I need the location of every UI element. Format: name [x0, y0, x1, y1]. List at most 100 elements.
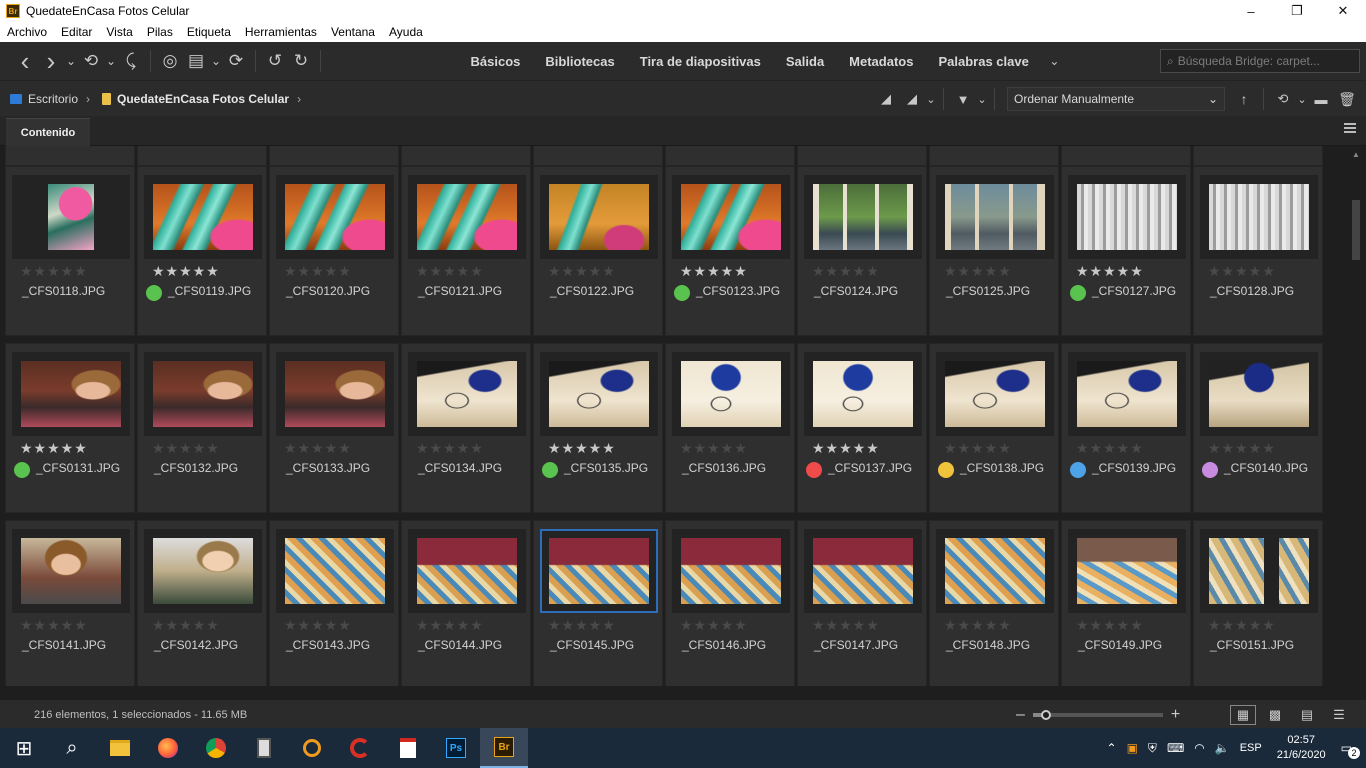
star-rating[interactable]: ★★★★★ [416, 617, 484, 634]
quality-icon[interactable]: ◢ [873, 86, 899, 112]
thumbnail-image[interactable] [417, 184, 517, 250]
star-rating[interactable]: ★★★★★ [548, 617, 616, 634]
thumbnail-image[interactable] [681, 538, 781, 604]
workspace-palabras-clave[interactable]: Palabras clave [926, 54, 1041, 69]
thumbnail-frame[interactable] [1068, 529, 1186, 613]
star-rating[interactable]: ★★★★★ [416, 263, 484, 280]
thumbnail-cell[interactable]: ★★★★★ _CFS0147.JPG [797, 520, 927, 686]
open-recent-icon[interactable]: ⟲ [1270, 86, 1296, 112]
star-rating[interactable]: ★★★★★ [812, 617, 880, 634]
file-explorer-icon[interactable] [96, 728, 144, 768]
return-to-app-icon[interactable]: ⤹ [118, 48, 144, 74]
thumbnail-frame[interactable] [804, 175, 922, 259]
thumbnail-cell[interactable]: ★★★★★ _CFS0120.JPG [269, 166, 399, 336]
thumbnail-cell[interactable]: ★★★★★ _CFS0140.JPG [1193, 343, 1323, 513]
thumbnail-frame[interactable] [276, 175, 394, 259]
star-rating[interactable]: ★★★★★ [416, 440, 484, 457]
recent-history-icon[interactable]: ⟲ [78, 48, 104, 74]
thumbnail-image[interactable] [681, 361, 781, 427]
workspace-salida[interactable]: Salida [773, 54, 836, 69]
list-view-icon[interactable]: ☰ [1326, 705, 1352, 725]
firefox-icon[interactable] [144, 728, 192, 768]
thumbnail-cell[interactable] [533, 146, 663, 166]
workspace-metadatos[interactable]: Metadatos [837, 54, 926, 69]
thumbnail-cell[interactable] [401, 146, 531, 166]
thumbnail-image[interactable] [1209, 361, 1309, 427]
maximize-button[interactable]: ❐ [1274, 0, 1320, 22]
thumbnail-cell[interactable] [797, 146, 927, 166]
tab-contenido[interactable]: Contenido [6, 118, 90, 146]
thumbnail-cell[interactable]: ★★★★★ _CFS0118.JPG [5, 166, 135, 336]
zoom-in-icon[interactable]: + [1171, 706, 1180, 724]
thumbnail-frame[interactable] [144, 352, 262, 436]
minimize-button[interactable]: – [1228, 0, 1274, 22]
thumbnail-frame[interactable] [408, 529, 526, 613]
thumbnail-cell[interactable] [269, 146, 399, 166]
chevron-down-icon[interactable]: ⌄ [976, 86, 988, 112]
thumbnail-frame[interactable] [1068, 175, 1186, 259]
star-rating[interactable]: ★★★★★ [1208, 617, 1276, 634]
thumbnail-image[interactable] [1209, 538, 1309, 604]
zoom-out-icon[interactable]: – [1016, 706, 1025, 724]
new-folder-icon[interactable]: ▬ [1308, 86, 1334, 112]
star-rating[interactable]: ★★★★★ [284, 263, 352, 280]
star-rating[interactable]: ★★★★★ [152, 617, 220, 634]
ccleaner-icon[interactable] [336, 728, 384, 768]
thumbnail-frame[interactable] [672, 175, 790, 259]
thumbnail-image[interactable] [549, 184, 649, 250]
filter-icon[interactable]: ▼ [950, 86, 976, 112]
thumbnail-image[interactable] [945, 184, 1045, 250]
thumbnail-frame[interactable] [540, 352, 658, 436]
thumbnail-view-icon[interactable]: ▩ [1262, 705, 1288, 725]
scroll-up-icon[interactable]: ▲ [1352, 150, 1360, 159]
thumbnail-image[interactable] [1077, 538, 1177, 604]
keyboard-icon[interactable]: ⌨ [1162, 741, 1189, 755]
slider-knob[interactable] [1040, 710, 1051, 720]
thumbnail-cell[interactable]: ★★★★★ _CFS0133.JPG [269, 343, 399, 513]
thumbnail-frame[interactable] [1200, 352, 1318, 436]
thumbnail-frame[interactable] [936, 352, 1054, 436]
photoshop-icon[interactable]: Ps [432, 728, 480, 768]
thumbnail-cell[interactable]: ★★★★★ _CFS0138.JPG [929, 343, 1059, 513]
chrome-icon[interactable] [192, 728, 240, 768]
thumbnail-cell[interactable]: ★★★★★ _CFS0151.JPG [1193, 520, 1323, 686]
thumbnail-image[interactable] [285, 184, 385, 250]
menu-archivo[interactable]: Archivo [0, 25, 54, 39]
star-rating[interactable]: ★★★★★ [284, 440, 352, 457]
grid-view-icon[interactable]: ▦ [1230, 705, 1256, 725]
workspace-tira-diapositivas[interactable]: Tira de diapositivas [627, 54, 773, 69]
refine-icon[interactable]: ▤ [183, 48, 209, 74]
thumbnail-frame[interactable] [804, 529, 922, 613]
thumbnail-image[interactable] [21, 538, 121, 604]
chevron-down-icon[interactable]: ⌄ [104, 48, 118, 74]
thumbnail-image[interactable] [813, 184, 913, 250]
thumbnail-cell[interactable]: ★★★★★ _CFS0149.JPG [1061, 520, 1191, 686]
menu-ventana[interactable]: Ventana [324, 25, 382, 39]
workspace-bibliotecas[interactable]: Bibliotecas [533, 54, 627, 69]
forward-icon[interactable]: › [38, 46, 64, 76]
menu-pilas[interactable]: Pilas [140, 25, 180, 39]
thumbnail-cell[interactable]: ★★★★★ _CFS0128.JPG [1193, 166, 1323, 336]
thumbnail-cell[interactable]: ★★★★★ _CFS0136.JPG [665, 343, 795, 513]
search-input[interactable]: ⌕ Búsqueda Bridge: carpet... [1160, 49, 1360, 73]
thumbnail-image[interactable] [285, 538, 385, 604]
menu-ayuda[interactable]: Ayuda [382, 25, 430, 39]
thumbnail-cell[interactable] [1193, 146, 1323, 166]
thumbnail-image[interactable] [549, 538, 649, 604]
camera-icon[interactable]: ◎ [157, 48, 183, 74]
star-rating[interactable]: ★★★★★ [944, 263, 1012, 280]
thumbnail-image[interactable] [153, 361, 253, 427]
star-rating[interactable]: ★★★★★ [680, 440, 748, 457]
delete-icon[interactable]: 🗑 [1334, 86, 1360, 112]
thumbnail-cell[interactable] [137, 146, 267, 166]
star-rating[interactable]: ★★★★★ [680, 617, 748, 634]
chevron-down-icon[interactable]: ⌄ [209, 48, 223, 74]
thumbnail-cell[interactable]: ★★★★★ _CFS0145.JPG [533, 520, 663, 686]
thumbnail-image[interactable] [945, 361, 1045, 427]
thumbnail-cell[interactable]: ★★★★★ _CFS0121.JPG [401, 166, 531, 336]
star-rating[interactable]: ★★★★★ [1076, 617, 1144, 634]
chevron-down-icon[interactable]: ⌄ [1041, 54, 1067, 68]
star-rating[interactable]: ★★★★★ [284, 617, 352, 634]
thumbnail-cell[interactable]: ★★★★★ _CFS0135.JPG [533, 343, 663, 513]
menu-editar[interactable]: Editar [54, 25, 99, 39]
